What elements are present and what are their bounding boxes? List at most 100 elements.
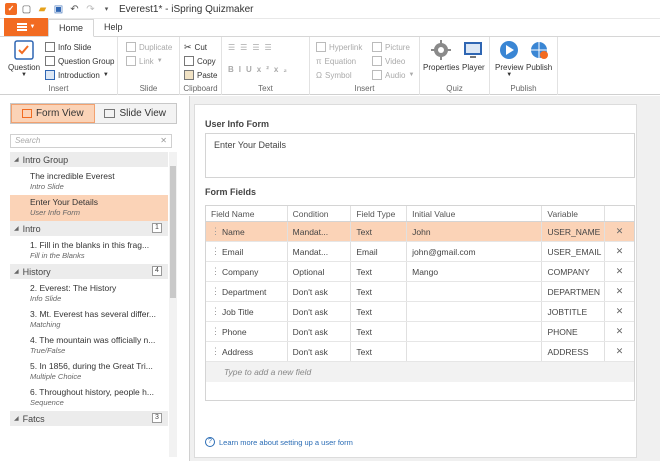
drag-handle-icon[interactable]: ⋮ xyxy=(211,306,220,317)
slide-item[interactable]: 2. Everest: The History Info Slide xyxy=(10,281,168,307)
slide-item[interactable]: 6. Throughout history, people h... Seque… xyxy=(10,385,168,411)
drag-handle-icon[interactable]: ⋮ xyxy=(211,326,220,337)
clear-search-icon[interactable]: ✕ xyxy=(160,135,167,147)
delete-row-icon[interactable]: ✕ xyxy=(605,302,634,321)
save-icon[interactable]: ▣ xyxy=(52,3,65,16)
picture-button[interactable]: Picture xyxy=(372,40,410,54)
group-header[interactable]: ◢ Fatcs 3 xyxy=(10,411,168,426)
slide-item[interactable]: 4. The mountain was officially n... True… xyxy=(10,333,168,359)
introduction-button[interactable]: Introduction ▼ xyxy=(45,68,109,82)
collapse-triangle-icon[interactable]: ◢ xyxy=(14,156,19,163)
slide-item[interactable]: 5. In 1856, during the Great Tri... Mult… xyxy=(10,359,168,385)
delete-row-icon[interactable]: ✕ xyxy=(605,322,634,341)
table-row[interactable]: ⋮ Department Don't ask Text DEPARTMEN ✕ xyxy=(206,282,634,302)
delete-row-icon[interactable]: ✕ xyxy=(605,222,634,241)
delete-row-icon[interactable]: ✕ xyxy=(605,342,634,361)
form-view-button[interactable]: Form View xyxy=(11,104,95,123)
hyperlink-button[interactable]: Hyperlink xyxy=(316,40,362,54)
group-header[interactable]: ◢ Intro Group xyxy=(10,152,168,167)
equation-button[interactable]: π Equation xyxy=(316,54,356,68)
column-header[interactable]: Initial Value xyxy=(407,206,543,221)
link-button[interactable]: Link ▼ xyxy=(126,54,163,68)
collapse-triangle-icon[interactable]: ◢ xyxy=(14,268,19,275)
delete-row-icon[interactable]: ✕ xyxy=(605,262,634,281)
delete-row-icon[interactable]: ✕ xyxy=(605,282,634,301)
group-count-badge: 1 xyxy=(152,223,162,233)
table-row[interactable]: ⋮ Name Mandat... Text John USER_NAME ✕ xyxy=(206,222,634,242)
chevron-down-icon: ▼ xyxy=(21,72,27,78)
group-count-badge: 3 xyxy=(152,413,162,423)
drag-handle-icon[interactable]: ⋮ xyxy=(211,346,220,357)
tab-help[interactable]: Help xyxy=(94,18,133,36)
slide-view-button[interactable]: Slide View xyxy=(94,104,176,123)
file-menu-button[interactable]: ▼ xyxy=(4,18,48,36)
drag-handle-icon[interactable]: ⋮ xyxy=(211,286,220,297)
slide-item[interactable]: 1. Fill in the blanks in this frag... Fi… xyxy=(10,238,168,264)
scrollbar-thumb[interactable] xyxy=(170,166,176,298)
cut-button[interactable]: ✂ Cut xyxy=(184,40,207,54)
column-header[interactable]: Variable xyxy=(542,206,606,221)
ribbon-group-slide: Duplicate Link ▼ Slide xyxy=(118,37,180,95)
player-button[interactable]: Player xyxy=(462,39,485,72)
undo-icon[interactable]: ↶ xyxy=(68,3,81,16)
table-row[interactable]: ⋮ Job Title Don't ask Text JOBTITLE ✕ xyxy=(206,302,634,322)
drag-handle-icon[interactable]: ⋮ xyxy=(211,246,220,257)
search-input[interactable]: Search ✕ xyxy=(10,134,172,148)
properties-button[interactable]: Properties xyxy=(423,39,459,72)
publish-button[interactable]: Publish xyxy=(526,39,552,72)
slide-item-selected[interactable]: Enter Your Details User Info Form xyxy=(10,195,168,221)
question-button[interactable]: Question ▼ xyxy=(8,39,40,78)
collapse-triangle-icon[interactable]: ◢ xyxy=(14,415,19,422)
new-file-icon[interactable]: ▢ xyxy=(20,3,33,16)
audio-button[interactable]: Audio ▼ xyxy=(372,68,414,82)
column-header[interactable]: Condition xyxy=(288,206,352,221)
paste-button[interactable]: Paste xyxy=(184,68,217,82)
preview-button[interactable]: Preview ▼ xyxy=(495,39,523,78)
table-row[interactable]: ⋮ Email Mandat... Email john@gmail.com US… xyxy=(206,242,634,262)
table-row[interactable]: ⋮ Phone Don't ask Text PHONE ✕ xyxy=(206,322,634,342)
collapse-triangle-icon[interactable]: ◢ xyxy=(14,225,19,232)
slide-item[interactable]: The incredible Everest Intro Slide xyxy=(10,169,168,195)
group-header[interactable]: ◢ Intro 1 xyxy=(10,221,168,236)
ribbon-group-insert-media: Hyperlink π Equation Ω Symbol Picture Vi… xyxy=(310,37,420,95)
font-style-buttons[interactable]: BIUx²x₂ xyxy=(228,62,292,76)
symbol-button[interactable]: Ω Symbol xyxy=(316,68,352,82)
column-header[interactable]: Field Type xyxy=(351,206,408,221)
ribbon-group-quiz: Properties Player Quiz xyxy=(420,37,490,95)
table-row[interactable]: ⋮ Address Don't ask Text ADDRESS ✕ xyxy=(206,342,634,362)
question-group-icon xyxy=(45,56,55,66)
drag-handle-icon[interactable]: ⋮ xyxy=(211,266,220,277)
chevron-down-icon: ▼ xyxy=(102,72,109,78)
customize-chevron-icon[interactable]: ▾ xyxy=(100,3,113,16)
column-header[interactable]: Field Name xyxy=(206,206,288,221)
user-info-form-card: User Info Form Enter Your Details Form F… xyxy=(194,104,637,458)
introduction-icon xyxy=(45,70,55,80)
info-slide-button[interactable]: Info Slide xyxy=(45,40,91,54)
delete-row-icon[interactable]: ✕ xyxy=(605,242,634,261)
table-row[interactable]: ⋮ Company Optional Text Mango COMPANY ✕ xyxy=(206,262,634,282)
column-header-empty xyxy=(605,206,634,221)
tab-home[interactable]: Home xyxy=(48,19,95,37)
duplicate-button[interactable]: Duplicate xyxy=(126,40,172,54)
chevron-down-icon: ▼ xyxy=(408,72,415,78)
slide-item[interactable]: 3. Mt. Everest has several differ... Mat… xyxy=(10,307,168,333)
ribbon-group-clipboard: ✂ Cut Copy Paste Clipboard xyxy=(180,37,222,95)
video-icon xyxy=(372,56,382,66)
app-logo-icon: ✓ xyxy=(5,3,17,15)
group-header[interactable]: ◢ History 4 xyxy=(10,264,168,279)
drag-handle-icon[interactable]: ⋮ xyxy=(211,226,220,237)
ribbon-tab-row: ▼ Home Help xyxy=(0,18,660,37)
redo-icon[interactable]: ↷ xyxy=(84,3,97,16)
play-icon xyxy=(500,41,519,59)
slide-tree: ◢ Intro Group The incredible Everest Int… xyxy=(10,152,168,457)
question-group-button[interactable]: Question Group xyxy=(45,54,114,68)
chevron-down-icon: ▼ xyxy=(156,58,163,64)
open-folder-icon[interactable]: ▰ xyxy=(36,3,49,16)
learn-more-link[interactable]: ? Learn more about setting up a user for… xyxy=(205,437,353,447)
list-formatting-buttons[interactable]: ☰☰☰☰ xyxy=(228,40,277,54)
video-button[interactable]: Video xyxy=(372,54,405,68)
slide-list-scrollbar[interactable] xyxy=(169,152,177,457)
add-field-input[interactable]: Type to add a new field xyxy=(206,362,634,382)
copy-button[interactable]: Copy xyxy=(184,54,216,68)
form-text-input[interactable]: Enter Your Details xyxy=(205,133,635,178)
